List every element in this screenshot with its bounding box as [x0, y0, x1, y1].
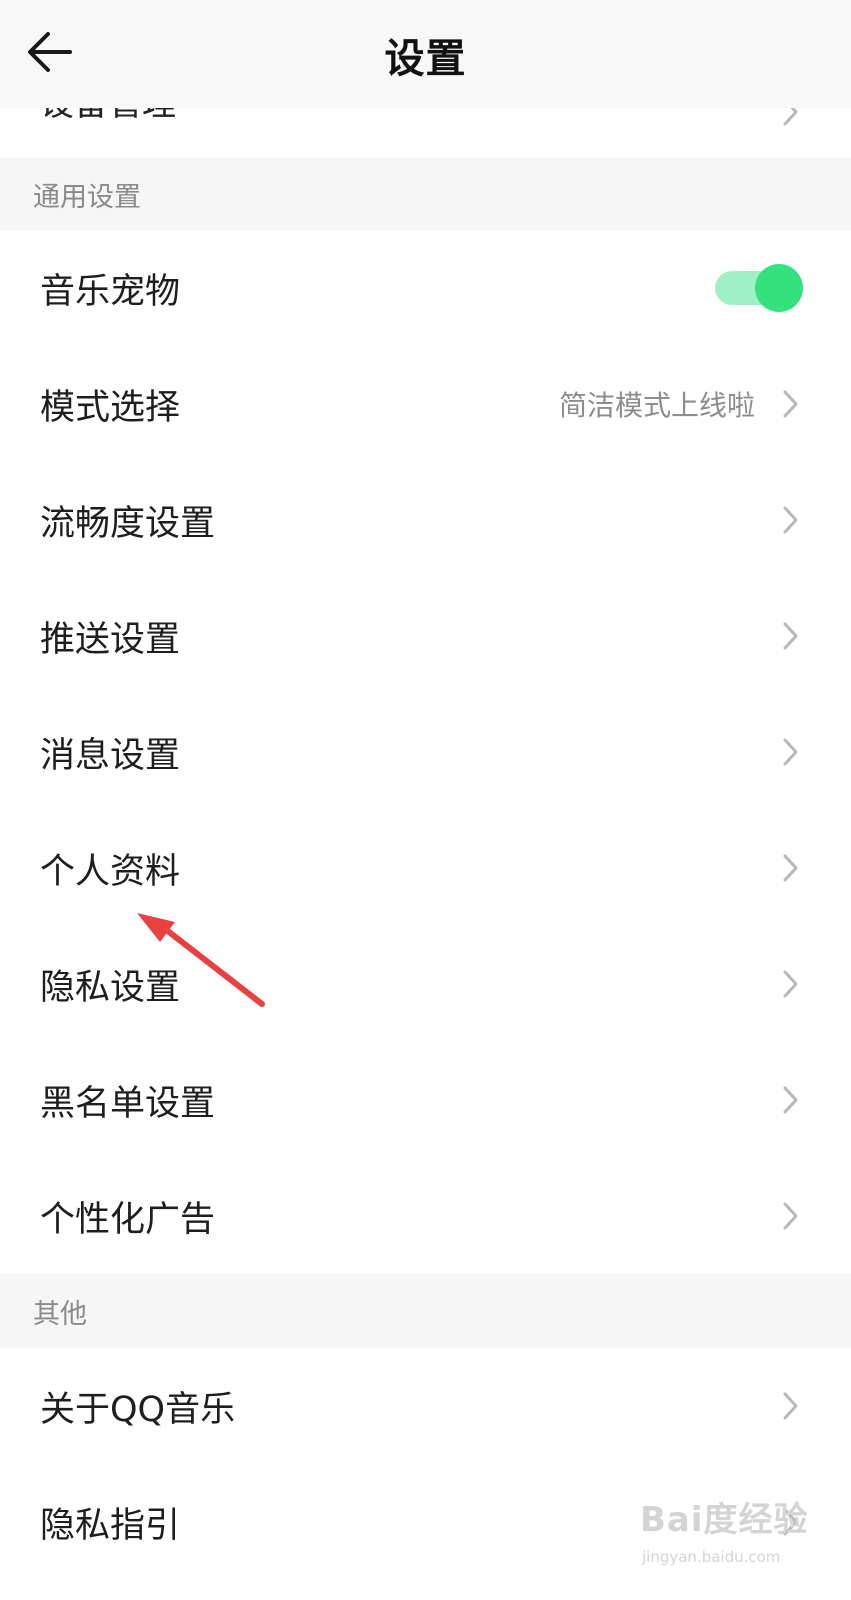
chevron-right-icon [783, 854, 799, 882]
row-label: 音乐宠物 [40, 271, 181, 312]
music-pet-toggle[interactable] [715, 264, 803, 312]
baidu-jingyan-watermark: Bai度经验 jingyan.baidu.com [640, 1478, 840, 1598]
chevron-right-icon [783, 1086, 799, 1114]
section-header-other: 其他 [0, 1274, 851, 1348]
watermark-brand: Bai度经验 [640, 1500, 809, 1540]
chevron-right-icon [783, 622, 799, 650]
row-label: 消息设置 [40, 735, 181, 776]
chevron-right-icon [783, 1202, 799, 1230]
row-label: 模式选择 [40, 387, 181, 428]
row-label: 设备管理 [40, 108, 176, 125]
chevron-right-icon [783, 390, 799, 418]
row-label: 隐私设置 [40, 967, 181, 1008]
top-bar: 设置 [0, 0, 851, 108]
settings-row-mode[interactable]: 模式选择 简洁模式上线啦 [0, 346, 851, 462]
settings-row-blacklist[interactable]: 黑名单设置 [0, 1042, 851, 1158]
watermark-url: jingyan.baidu.com [642, 1548, 781, 1566]
chevron-right-icon [783, 970, 799, 998]
settings-row-ads[interactable]: 个性化广告 [0, 1158, 851, 1274]
row-label: 个性化广告 [40, 1199, 216, 1240]
chevron-right-icon [783, 738, 799, 766]
settings-row-about[interactable]: 关于QQ音乐 [0, 1348, 851, 1464]
row-label: 推送设置 [40, 619, 181, 660]
settings-row-profile[interactable]: 个人资料 [0, 810, 851, 926]
row-label: 流畅度设置 [40, 503, 216, 544]
toggle-knob [755, 264, 803, 312]
row-label: 关于QQ音乐 [40, 1389, 236, 1430]
row-value: 简洁模式上线啦 [558, 389, 755, 422]
settings-row-message[interactable]: 消息设置 [0, 694, 851, 810]
section-header-general: 通用设置 [0, 158, 851, 230]
settings-row-smoothness[interactable]: 流畅度设置 [0, 462, 851, 578]
chevron-right-icon [783, 506, 799, 534]
page-title: 设置 [384, 36, 467, 82]
settings-row-music-pet[interactable]: 音乐宠物 [0, 230, 851, 346]
settings-row-privacy[interactable]: 隐私设置 [0, 926, 851, 1042]
settings-row-push[interactable]: 推送设置 [0, 578, 851, 694]
row-label: 个人资料 [40, 851, 181, 892]
chevron-right-icon [783, 108, 799, 126]
settings-row-device-management[interactable]: 设备管理 [0, 108, 851, 158]
chevron-right-icon [783, 1392, 799, 1420]
row-label: 黑名单设置 [40, 1083, 216, 1124]
